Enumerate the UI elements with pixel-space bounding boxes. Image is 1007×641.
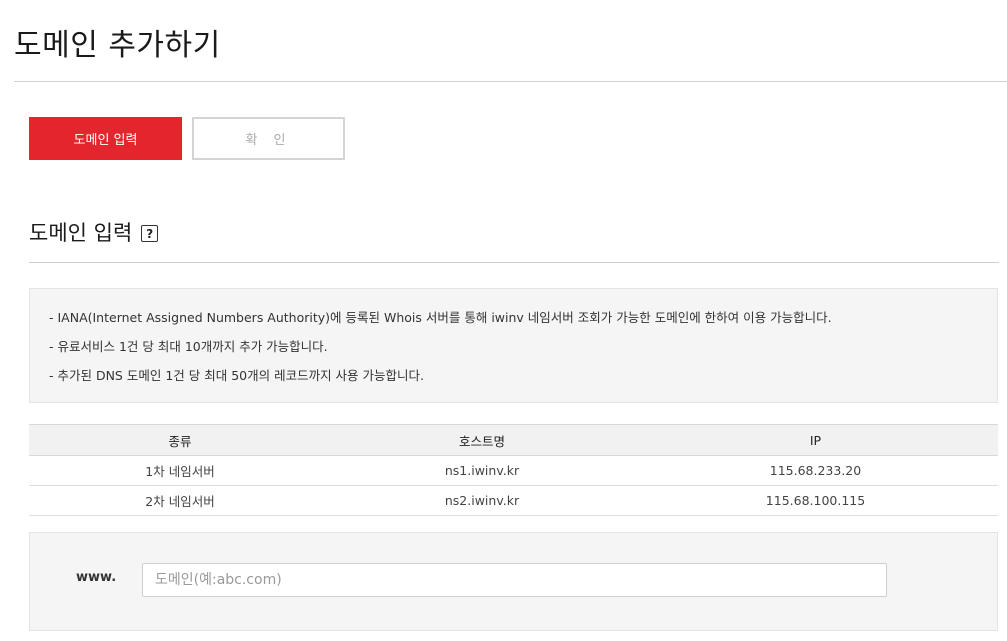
step-confirm-button[interactable]: 확 인 — [192, 117, 345, 160]
table-cell-type: 2차 네임서버 — [29, 485, 331, 516]
column-header-ip: IP — [633, 424, 998, 456]
section-divider — [29, 262, 999, 263]
nameserver-table: 종류 호스트명 IP 1차 네임서버 ns1.iwinv.kr 115.68.2… — [29, 424, 998, 516]
notice-box: - IANA(Internet Assigned Numbers Authori… — [29, 288, 998, 403]
notice-line: - 유료서비스 1건 당 최대 10개까지 추가 가능합니다. — [49, 339, 328, 354]
table-row: 1차 네임서버 ns1.iwinv.kr 115.68.233.20 — [29, 455, 998, 486]
table-cell-ip: 115.68.233.20 — [633, 455, 998, 486]
domain-input[interactable] — [142, 563, 887, 597]
step-domain-input-button[interactable]: 도메인 입력 — [29, 117, 182, 160]
section-heading: 도메인 입력 ? — [29, 217, 159, 247]
notice-line: - IANA(Internet Assigned Numbers Authori… — [49, 310, 832, 325]
table-cell-hostname: ns1.iwinv.kr — [331, 455, 633, 486]
table-header-row: 종류 호스트명 IP — [29, 424, 998, 456]
table-row: 2차 네임서버 ns2.iwinv.kr 115.68.100.115 — [29, 485, 998, 516]
column-header-type: 종류 — [29, 424, 331, 456]
title-divider — [14, 81, 1007, 82]
table-cell-hostname: ns2.iwinv.kr — [331, 485, 633, 516]
add-domain-page: 도메인 추가하기 도메인 입력 확 인 도메인 입력 ? - IANA(Inte… — [0, 0, 1007, 641]
help-icon[interactable]: ? — [141, 225, 159, 242]
www-prefix-label: www. — [76, 570, 117, 585]
notice-line: - 추가된 DNS 도메인 1건 당 최대 50개의 레코드까지 사용 가능합니… — [49, 368, 424, 383]
column-header-hostname: 호스트명 — [331, 424, 633, 456]
section-title: 도메인 입력 — [29, 221, 133, 245]
page-title: 도메인 추가하기 — [14, 28, 221, 63]
table-cell-type: 1차 네임서버 — [29, 455, 331, 486]
table-cell-ip: 115.68.100.115 — [633, 485, 998, 516]
domain-input-panel: www. — [29, 532, 998, 631]
